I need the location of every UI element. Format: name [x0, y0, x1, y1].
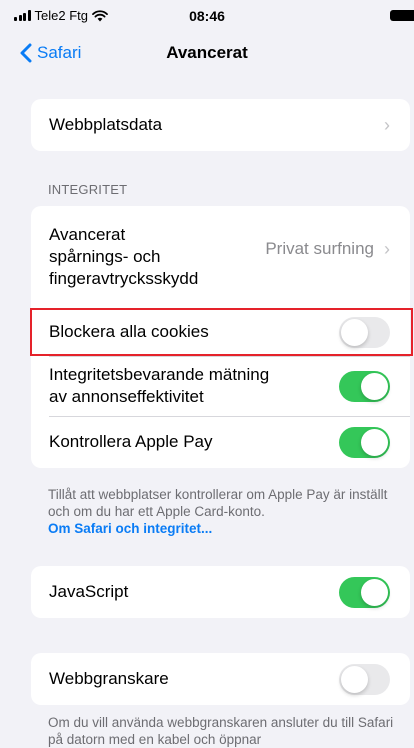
javascript-toggle[interactable] [339, 576, 390, 608]
toggle-knob [341, 318, 368, 346]
toggle-knob [341, 665, 368, 693]
tracking-label-line2: spårnings- och [49, 247, 161, 266]
website-data-row[interactable]: Webbplatsdata › [31, 99, 410, 151]
web-inspector-row: Webbgranskare [31, 653, 410, 705]
status-time: 08:46 [189, 8, 225, 24]
ad-measurement-label-line1: Integritetsbevarande mätning [49, 365, 270, 384]
web-inspector-group: Webbgranskare [31, 653, 410, 705]
tracking-label-line1: Avancerat [49, 225, 126, 244]
tracking-protection-label: Avancerat spårnings- och fingeravtryckss… [49, 224, 265, 290]
navigation-bar: Safari Avancerat [0, 30, 414, 80]
javascript-label: JavaScript [49, 582, 129, 601]
apple-pay-label: Kontrollera Apple Pay [49, 432, 213, 451]
ad-measurement-toggle[interactable] [339, 370, 390, 402]
block-cookies-label: Blockera alla cookies [49, 322, 209, 341]
status-bar: Tele2 Ftg 08:46 [0, 0, 414, 30]
page-title: Avancerat [166, 43, 248, 62]
privacy-footer-text: Tillåt att webbplatser kontrollerar om A… [48, 487, 388, 519]
web-inspector-label: Webbgranskare [49, 669, 169, 688]
apple-pay-row: Kontrollera Apple Pay [31, 416, 410, 468]
privacy-group: Avancerat spårnings- och fingeravtryckss… [31, 206, 410, 468]
tracking-protection-value: Privat surfning [265, 239, 374, 258]
web-inspector-toggle[interactable] [339, 663, 390, 695]
privacy-section-header: INTEGRITET [48, 182, 128, 197]
toggle-knob [361, 372, 388, 400]
toggle-knob [361, 578, 388, 606]
web-inspector-footer: Om du vill använda webbgranskaren anslut… [48, 715, 394, 747]
battery-icon [390, 10, 414, 21]
javascript-group: JavaScript [31, 566, 410, 618]
tracking-label-line3: fingeravtrycksskydd [49, 269, 199, 288]
tracking-protection-row[interactable]: Avancerat spårnings- och fingeravtryckss… [31, 206, 410, 308]
toggle-knob [361, 428, 388, 456]
javascript-row: JavaScript [31, 566, 410, 618]
privacy-info-link[interactable]: Om Safari och integritet... [48, 520, 396, 537]
block-cookies-toggle[interactable] [339, 316, 390, 348]
apple-pay-toggle[interactable] [339, 426, 390, 458]
ad-measurement-label: Integritetsbevarande mätning av annonsef… [49, 364, 339, 408]
block-cookies-row: Blockera alla cookies [31, 308, 410, 356]
privacy-footer: Tillåt att webbplatser kontrollerar om A… [48, 486, 396, 537]
chevron-right-icon: › [384, 114, 390, 135]
ad-measurement-row: Integritetsbevarande mätning av annonsef… [31, 356, 410, 416]
chevron-right-icon: › [384, 238, 390, 259]
ad-measurement-label-line2: av annonseffektivitet [49, 387, 204, 406]
website-data-label: Webbplatsdata [49, 115, 163, 134]
website-data-group: Webbplatsdata › [31, 99, 410, 151]
